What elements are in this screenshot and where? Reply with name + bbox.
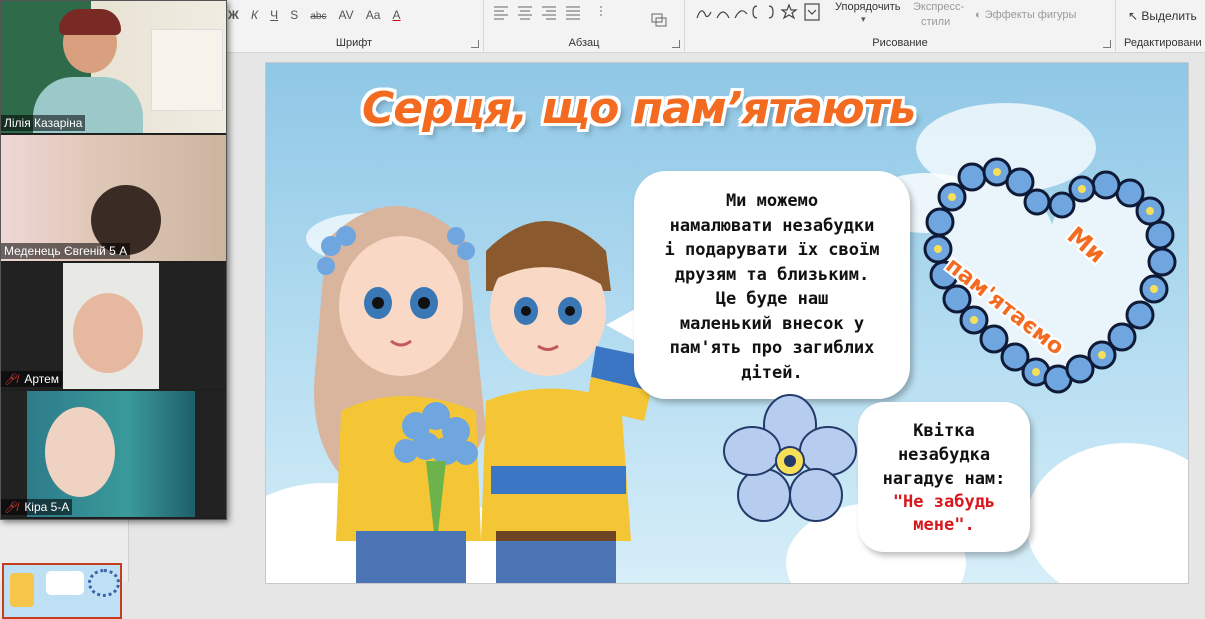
participant-name-2: Меденець Євгеній 5 А (1, 243, 131, 259)
video-tile-participant-3[interactable]: 🎤︎̸ Артем (1, 263, 226, 389)
arrange-chevron-down-icon[interactable]: ▾ (861, 14, 866, 25)
shapes-gallery-icon[interactable] (693, 2, 831, 24)
shape-effects-label: Эффекты фигуры (984, 9, 1077, 21)
speech-bubble-main: Ми можемо намалювати незабудки і подарув… (634, 171, 910, 399)
thumbnail-wreath (88, 569, 120, 597)
font-group-label: Шрифт (335, 37, 373, 49)
font-group: Ж К Ч S abc AV Aa A Шрифт (225, 0, 484, 52)
speech-bubble-secondary: Квітка незабудка нагадує нам: "Не забудь… (858, 402, 1030, 552)
participant-4-face (45, 407, 115, 497)
paragraph-group-label: Абзац (568, 37, 600, 49)
speech-bubble-quote: "Не забудь мене". (892, 492, 996, 535)
shape-effects-icon: ◐ (975, 9, 982, 21)
font-dialog-launcher-icon[interactable] (471, 40, 479, 48)
kids-with-flowers-illustration (314, 206, 663, 583)
video-call-panel: Лілія Казаріна Меденець Євгеній 5 А 🎤︎̸ … (0, 0, 227, 520)
quick-styles-line2[interactable]: стили (921, 16, 950, 28)
slide-title: Серця, що пам’ятають (362, 83, 916, 134)
select-button[interactable]: ↖ Выделить (1128, 9, 1197, 23)
paragraph-group: Абзац (484, 0, 685, 52)
participant-name-3: 🎤︎̸ Артем (1, 371, 63, 387)
underline-button[interactable]: Ч (270, 8, 278, 22)
slide-thumbnail[interactable] (2, 563, 122, 619)
forget-me-not-flower-icon (723, 394, 857, 522)
font-color-button[interactable]: A (393, 8, 401, 22)
video-tile-participant-4[interactable]: 🎤︎̸ Кіра 5-А (1, 391, 226, 517)
participant-name-4: 🎤︎̸ Кіра 5-А (1, 499, 73, 515)
video-tile-participant-1[interactable]: Лілія Казаріна (1, 1, 226, 133)
muted-mic-icon: 🎤︎̸ (4, 502, 18, 514)
arrange-button[interactable]: Упорядочить (835, 1, 900, 13)
shape-effects-button[interactable]: ◐ Эффекты фигуры (975, 9, 1076, 21)
classroom-poster (151, 29, 223, 111)
participant-name-4-label: Кіра 5-А (24, 500, 70, 514)
font-format-buttons: Ж К Ч S abc AV Aa A (228, 4, 408, 23)
thumbnail-bubble (46, 571, 84, 595)
thumbnail-kids-image (10, 573, 34, 607)
shadow-button[interactable]: S (290, 8, 298, 22)
select-label: Выделить (1141, 9, 1197, 23)
italic-button[interactable]: К (251, 8, 258, 22)
editing-group-label: Редактировани (1124, 37, 1202, 49)
change-case-button[interactable]: Aa (366, 8, 381, 22)
paragraph-dialog-launcher-icon[interactable] (672, 40, 680, 48)
speech-bubble-main-text: Ми можемо намалювати незабудки і подарув… (664, 191, 880, 383)
participant-name-1: Лілія Казаріна (1, 115, 86, 131)
participant-name-3-label: Артем (24, 372, 60, 386)
drawing-group: Упорядочить ▾ Экспресс- стили ◐ Эффекты … (685, 0, 1116, 52)
speech-bubble-secondary-text: Квітка незабудка нагадує нам: (882, 421, 1006, 489)
drawing-dialog-launcher-icon[interactable] (1103, 40, 1111, 48)
participant-3-face (73, 293, 143, 373)
cloud-shape (1026, 443, 1188, 583)
bold-button[interactable]: Ж (228, 8, 239, 22)
cursor-icon: ↖ (1128, 9, 1139, 23)
video-tile-participant-2[interactable]: Меденець Євгеній 5 А (1, 135, 226, 261)
paragraph-align-icons[interactable] (492, 4, 682, 34)
editing-group: ↖ Выделить Редактировани (1116, 0, 1205, 52)
slide-canvas[interactable]: Серця, що пам’ятають Ми можемо намалюват… (265, 62, 1189, 584)
participant-1-hair (59, 9, 121, 35)
character-spacing-button[interactable]: AV (339, 8, 354, 22)
drawing-group-label: Рисование (872, 37, 928, 49)
muted-mic-icon: 🎤︎̸ (4, 374, 18, 386)
strikethrough-button[interactable]: abc (310, 11, 326, 22)
quick-styles-line1[interactable]: Экспресс- (913, 1, 964, 13)
